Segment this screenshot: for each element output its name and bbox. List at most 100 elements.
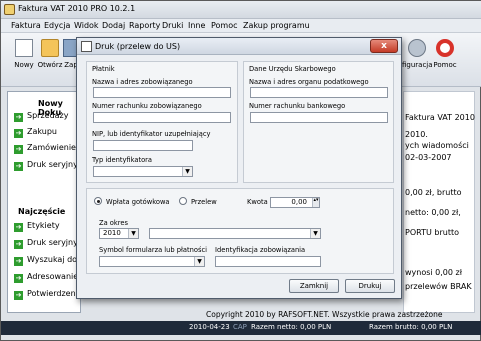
menu-zakup[interactable]: Zakup programu (243, 21, 310, 30)
bg-text: netto: 0,00 zł, (405, 208, 461, 217)
sidebar-item-label: Zamówienie (27, 143, 76, 152)
ident-input[interactable] (215, 256, 321, 267)
sidebar-section-frequent: Najczęście (18, 207, 66, 216)
menu-edycja[interactable]: Edycja (44, 21, 70, 30)
bg-text: 2010. (405, 130, 428, 139)
menu-inne[interactable]: Inne (188, 21, 205, 30)
tax-office-account-label: Numer rachunku bankowego (249, 102, 346, 110)
app-icon (4, 4, 15, 15)
window-title: Faktura VAT 2010 PRO 10.2.1 (18, 4, 136, 13)
document-icon (81, 41, 92, 52)
dialog-title: Druk (przelew do US) (95, 42, 181, 51)
bg-text: ych wiadomości (405, 141, 469, 150)
status-netto: Razem netto: 0,00 PLN (251, 323, 332, 331)
copyright-text: Copyright 2010 by RAFSOFT.NET. Wszystkie… (206, 310, 443, 319)
arrow-right-icon: ➔ (14, 257, 23, 266)
new-label: Nowy (14, 61, 34, 69)
help-label: Pomoc (433, 61, 457, 69)
menu-faktura[interactable]: Faktura (11, 21, 41, 30)
title-bar: Faktura VAT 2010 PRO 10.2.1 (1, 1, 481, 19)
period-label: Za okres (99, 219, 128, 227)
payer-name-input[interactable] (93, 87, 231, 98)
config-button[interactable]: figuracja (402, 37, 433, 81)
transfer-radio[interactable] (179, 197, 187, 205)
payer-account-label: Numer rachunku zobowiązanego (92, 102, 202, 110)
menu-raporty[interactable]: Raporty (129, 21, 160, 30)
dialog-title-bar: Druk (przelew do US) x (77, 38, 401, 55)
nip-label: NIP, lub identyfikator uzupełniający (92, 130, 211, 138)
tax-office-name-input[interactable] (250, 87, 388, 98)
sidebar-item-adresowanie[interactable]: ➔ Adresowanie (14, 272, 78, 286)
print-button[interactable]: Drukuj (345, 279, 395, 293)
cash-radio[interactable] (94, 197, 102, 205)
id-type-select[interactable]: ▼ (93, 166, 193, 177)
sidebar-item-druk-seryjny-2[interactable]: ➔ Druk seryjny (14, 238, 78, 252)
sidebar-item-label: Potwierdzen (27, 289, 76, 298)
payer-group-title: Płatnik (92, 65, 115, 73)
print-dialog: Druk (przelew do US) x Płatnik Nazwa i a… (76, 37, 402, 299)
menu-bar: Faktura Edycja Widok Dodaj Raporty Druki… (1, 19, 481, 33)
menu-widok[interactable]: Widok (74, 21, 99, 30)
nip-input[interactable] (93, 140, 193, 151)
chevron-down-icon: ▼ (182, 167, 192, 176)
ident-label: Identyfikacja zobowiązania (215, 246, 306, 254)
bg-text: PORTU brutto (405, 228, 459, 237)
tax-office-account-input[interactable] (250, 112, 388, 123)
spinner-icon[interactable]: ▴▾ (312, 198, 319, 207)
arrow-right-icon: ➔ (14, 145, 23, 154)
chevron-down-icon: ▼ (128, 229, 138, 238)
bg-text: przelewów BRAK (405, 282, 472, 291)
close-button[interactable]: Zamknij (289, 279, 339, 293)
menu-pomoc[interactable]: Pomoc (211, 21, 238, 30)
help-button[interactable]: Pomoc (431, 37, 459, 81)
sidebar-item-label: Sprzedaży (27, 111, 69, 120)
arrow-right-icon: ➔ (14, 223, 23, 232)
sidebar-item-wyszukaj[interactable]: ➔ Wyszukaj dok (14, 255, 82, 269)
tax-office-group: Dane Urzędu Skarbowego Nazwa i adres org… (243, 61, 394, 183)
bg-text: 02-03-2007 (405, 153, 452, 162)
symbol-label: Symbol formularza lub płatności (99, 246, 207, 254)
bg-text: 0,00 zł, brutto (405, 188, 462, 197)
id-type-label: Typ identyfikatora (92, 156, 153, 164)
status-date: 2010-04-23 (189, 323, 230, 331)
new-document-icon (15, 39, 33, 57)
menu-dodaj[interactable]: Dodaj (102, 21, 125, 30)
status-cap: CAP (233, 323, 247, 331)
payer-name-label: Nazwa i adres zobowiązanego (92, 78, 193, 86)
payer-group: Płatnik Nazwa i adres zobowiązanego Nume… (86, 61, 238, 183)
sidebar-item-druk-seryjny[interactable]: ➔ Druk seryjny (14, 160, 78, 174)
period-year-select[interactable]: 2010 ▼ (99, 228, 139, 239)
bg-text: Faktura VAT 2010 (405, 113, 475, 122)
sidebar-item-label: Zakupu (27, 127, 57, 136)
tax-office-group-title: Dane Urzędu Skarbowego (249, 65, 336, 73)
new-button[interactable]: Nowy (10, 37, 38, 81)
lifebuoy-icon (436, 39, 454, 57)
arrow-right-icon: ➔ (14, 274, 23, 283)
menu-druki[interactable]: Druki (162, 21, 183, 30)
amount-label: Kwota (247, 198, 268, 206)
sidebar-item-zamowienie[interactable]: ➔ Zamówienie (14, 143, 76, 157)
status-bar: 2010-04-23 CAP Razem netto: 0,00 PLN Raz… (1, 321, 481, 335)
open-button[interactable]: Otwórz (36, 37, 64, 81)
config-label: figuracja (402, 61, 433, 69)
symbol-select[interactable]: ▼ (99, 256, 205, 267)
dialog-close-button[interactable]: x (370, 39, 398, 53)
sidebar-item-potwierdzenia[interactable]: ➔ Potwierdzen (14, 289, 76, 303)
main-content: Faktura VAT 2010 2010. ych wiadomości 02… (403, 91, 475, 313)
chevron-down-icon: ▼ (310, 229, 320, 238)
sidebar-item-label: Druk seryjny (27, 160, 78, 169)
sidebar-item-label: Etykiety (27, 221, 60, 230)
period-detail-select[interactable]: ▼ (149, 228, 321, 239)
folder-icon (41, 39, 59, 57)
open-label: Otwórz (37, 61, 63, 69)
gear-icon (408, 39, 426, 57)
payment-group: Wpłata gotówkowa Przelew Kwota 0,00 ▴▾ Z… (86, 188, 394, 274)
payer-account-input[interactable] (93, 112, 231, 123)
sidebar-item-label: Druk seryjny (27, 238, 78, 247)
chevron-down-icon: ▼ (194, 257, 204, 266)
sidebar-item-sprzedazy[interactable]: ➔ Sprzedaży (14, 111, 68, 125)
sidebar-item-zakupu[interactable]: ➔ Zakupu (14, 127, 57, 141)
sidebar-item-label: Adresowanie (27, 272, 79, 281)
transfer-label: Przelew (191, 198, 217, 206)
sidebar-item-etykiety[interactable]: ➔ Etykiety (14, 221, 60, 235)
